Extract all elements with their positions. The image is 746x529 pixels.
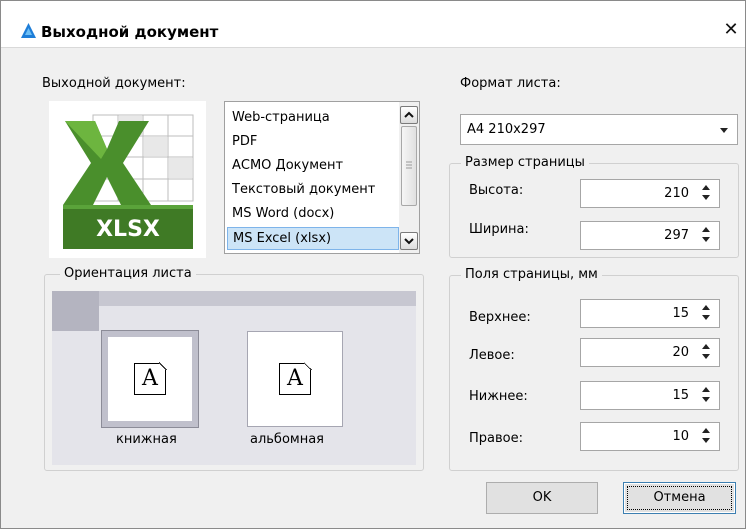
width-spinner[interactable]: 297 bbox=[580, 221, 720, 250]
close-button[interactable]: ✕ bbox=[719, 18, 743, 42]
ok-button[interactable]: OK bbox=[486, 482, 598, 514]
increment-icon[interactable] bbox=[702, 227, 710, 232]
decrement-icon[interactable] bbox=[702, 354, 710, 359]
dropdown-arrow-icon bbox=[720, 128, 728, 133]
page-letter: A bbox=[142, 366, 158, 391]
orientation-panel: A книжная A альбомная bbox=[52, 291, 416, 465]
height-label: Высота: bbox=[469, 183, 524, 198]
document-type-list[interactable]: Web-страница PDF АСМО Документ Текстовый… bbox=[224, 101, 420, 254]
excel-file-icon: XLSX bbox=[49, 101, 206, 258]
spinner-arrows[interactable] bbox=[698, 427, 714, 447]
orientation-panel-corner bbox=[52, 291, 99, 331]
title-bar: Выходной документ ✕ bbox=[1, 1, 745, 48]
right-margin-value[interactable]: 10 bbox=[672, 423, 689, 450]
decrement-icon[interactable] bbox=[702, 195, 710, 200]
orientation-panel-band bbox=[52, 291, 416, 306]
left-margin-spinner[interactable]: 20 bbox=[580, 338, 720, 367]
landscape-page-icon: A bbox=[279, 362, 312, 395]
close-icon: ✕ bbox=[723, 19, 739, 40]
list-item[interactable]: Текстовый документ bbox=[227, 178, 399, 201]
page-size-legend: Размер страницы bbox=[461, 155, 589, 171]
spinner-arrows[interactable] bbox=[698, 304, 714, 324]
excel-icon-text: XLSX bbox=[96, 217, 160, 242]
scroll-down-button[interactable] bbox=[400, 232, 418, 250]
decrement-icon[interactable] bbox=[702, 397, 710, 402]
top-margin-value[interactable]: 15 bbox=[672, 300, 689, 327]
top-margin-spinner[interactable]: 15 bbox=[580, 299, 720, 328]
window-title: Выходной документ bbox=[41, 23, 219, 41]
output-document-dialog: Выходной документ ✕ Выходной документ: X… bbox=[0, 0, 746, 529]
app-logo-icon bbox=[21, 23, 36, 38]
excel-file-icon-graphic: XLSX bbox=[63, 114, 194, 249]
portrait-button[interactable]: A bbox=[101, 330, 199, 428]
top-margin-label: Верхнее: bbox=[469, 310, 531, 325]
bottom-margin-label: Нижнее: bbox=[469, 389, 528, 404]
decrement-icon[interactable] bbox=[702, 438, 710, 443]
bottom-margin-value[interactable]: 15 bbox=[672, 382, 689, 409]
orientation-legend: Ориентация листа bbox=[60, 266, 196, 282]
spinner-arrows[interactable] bbox=[698, 226, 714, 246]
grip-icon bbox=[406, 161, 412, 169]
right-margin-spinner[interactable]: 10 bbox=[580, 422, 720, 451]
page-format-select[interactable]: A4 210x297 bbox=[460, 114, 738, 145]
increment-icon[interactable] bbox=[702, 428, 710, 433]
portrait-page-icon: A bbox=[134, 362, 167, 395]
page-format-label: Формат листа: bbox=[460, 76, 561, 91]
landscape-label: альбомная bbox=[250, 432, 325, 447]
increment-icon[interactable] bbox=[702, 185, 710, 190]
landscape-button[interactable]: A bbox=[247, 331, 343, 427]
page-fold bbox=[159, 362, 167, 370]
chevron-up-icon bbox=[404, 111, 414, 118]
list-item-selected[interactable]: MS Excel (xlsx) bbox=[227, 227, 399, 250]
spinner-arrows[interactable] bbox=[698, 184, 714, 204]
height-spinner[interactable]: 210 bbox=[580, 179, 720, 208]
spinner-arrows[interactable] bbox=[698, 386, 714, 406]
scroll-up-button[interactable] bbox=[400, 106, 418, 124]
cancel-button[interactable]: Отмена bbox=[623, 482, 736, 514]
decrement-icon[interactable] bbox=[702, 315, 710, 320]
height-value[interactable]: 210 bbox=[664, 180, 689, 207]
increment-icon[interactable] bbox=[702, 387, 710, 392]
list-scrollbar[interactable] bbox=[399, 102, 419, 253]
bottom-margin-spinner[interactable]: 15 bbox=[580, 381, 720, 410]
list-item[interactable]: PDF bbox=[227, 130, 399, 153]
list-item[interactable]: MS Word (docx) bbox=[227, 202, 399, 225]
portrait-label: книжная bbox=[116, 432, 177, 447]
increment-icon[interactable] bbox=[702, 305, 710, 310]
left-margin-value[interactable]: 20 bbox=[672, 339, 689, 366]
page-letter: A bbox=[287, 366, 303, 391]
list-item[interactable]: АСМО Документ bbox=[227, 154, 399, 177]
spinner-arrows[interactable] bbox=[698, 343, 714, 363]
output-doc-label: Выходной документ: bbox=[42, 76, 186, 91]
left-margin-label: Левое: bbox=[469, 348, 515, 363]
width-label: Ширина: bbox=[469, 222, 529, 237]
decrement-icon[interactable] bbox=[702, 237, 710, 242]
list-item[interactable]: Web-страница bbox=[227, 106, 399, 129]
width-value[interactable]: 297 bbox=[664, 222, 689, 249]
right-margin-label: Правое: bbox=[469, 431, 523, 446]
increment-icon[interactable] bbox=[702, 344, 710, 349]
scroll-thumb[interactable] bbox=[401, 126, 417, 206]
page-fold bbox=[304, 362, 312, 370]
page-format-value: A4 210x297 bbox=[467, 122, 546, 137]
margins-legend: Поля страницы, мм bbox=[461, 267, 602, 283]
chevron-down-icon bbox=[404, 238, 414, 245]
